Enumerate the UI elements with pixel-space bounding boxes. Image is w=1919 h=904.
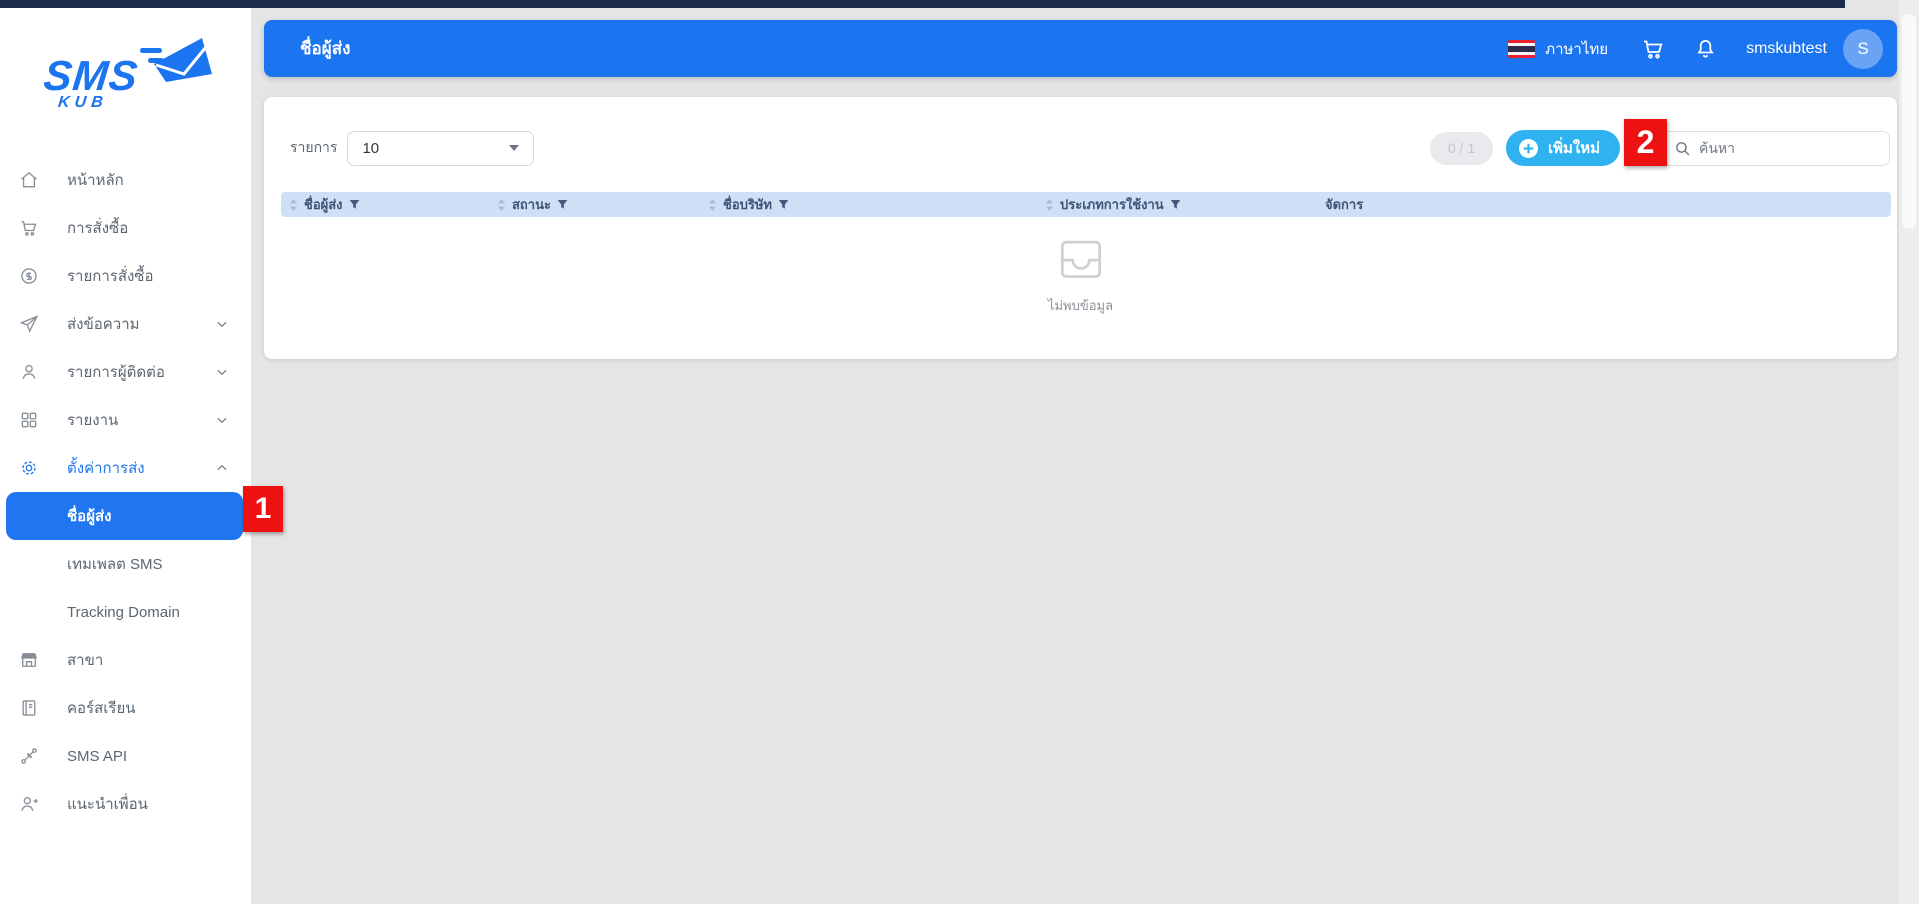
app-header: ชื่อผู้ส่ง ภาษาไทย smskubtest S xyxy=(264,20,1897,77)
empty-inbox-icon xyxy=(1054,232,1108,286)
sidebar-item-label: รายการผู้ติดต่อ xyxy=(67,360,165,384)
annotation-badge-1: 1 xyxy=(243,486,283,532)
add-new-button-label: เพิ่มใหม่ xyxy=(1548,136,1600,160)
sidebar-item-label: รายการสั่งซื้อ xyxy=(67,264,154,288)
chevron-down-icon xyxy=(215,365,229,383)
column-header-status[interactable]: สถานะ xyxy=(489,194,700,215)
dashboard-icon xyxy=(17,408,41,432)
logo-text: SMS xyxy=(41,52,140,100)
sidebar-item-courses[interactable]: คอร์สเรียน xyxy=(0,684,251,732)
chevron-down-icon xyxy=(215,413,229,431)
paper-plane-icon xyxy=(17,312,41,336)
vertical-scrollbar[interactable] xyxy=(1899,0,1919,904)
sort-icon[interactable] xyxy=(708,198,717,212)
search-box xyxy=(1663,131,1890,166)
sidebar-item-label: เทมเพลต SMS xyxy=(67,552,163,576)
filter-funnel-icon[interactable] xyxy=(557,199,568,210)
sidebar-item-send-message[interactable]: ส่งข้อความ xyxy=(0,300,251,348)
chevron-down-icon xyxy=(215,317,229,335)
window-top-strip xyxy=(0,0,1845,8)
header-actions: ภาษาไทย smskubtest S xyxy=(1508,29,1883,69)
sidebar-nav: หน้าหลัก การสั่งซื้อ รายการสั่งซื้อ ส่งข… xyxy=(0,156,251,828)
chevron-up-icon xyxy=(215,461,229,479)
sidebar: SMS KUB หน้าหลัก การสั่งซื้อ รายการสั xyxy=(0,8,251,904)
home-icon xyxy=(17,168,41,192)
usage-counter-badge: 0 / 1 xyxy=(1430,132,1493,165)
sidebar-item-label: แนะนำเพื่อน xyxy=(67,792,148,816)
sidebar-item-label: หน้าหลัก xyxy=(67,168,124,192)
language-selector[interactable]: ภาษาไทย xyxy=(1545,37,1608,61)
person-icon xyxy=(17,360,41,384)
empty-state-text: ไม่พบข้อมูล xyxy=(264,295,1897,316)
sidebar-item-order[interactable]: การสั่งซื้อ xyxy=(0,204,251,252)
filter-funnel-icon[interactable] xyxy=(349,199,360,210)
column-header-sender-name[interactable]: ชื่อผู้ส่ง xyxy=(281,194,489,215)
avatar[interactable]: S xyxy=(1843,29,1883,69)
sidebar-item-refer-friend[interactable]: แนะนำเพื่อน xyxy=(0,780,251,828)
per-page-value: 10 xyxy=(362,140,379,157)
sidebar-item-label: การสั่งซื้อ xyxy=(67,216,128,240)
username[interactable]: smskubtest xyxy=(1746,40,1827,58)
filter-funnel-icon[interactable] xyxy=(778,199,789,210)
screen: SMS KUB หน้าหลัก การสั่งซื้อ รายการสั xyxy=(0,0,1919,904)
column-header-manage: จัดการ xyxy=(1317,194,1891,215)
smskub-logo[interactable]: SMS KUB xyxy=(36,30,216,122)
column-header-label: ชื่อผู้ส่ง xyxy=(304,194,343,215)
cart-icon[interactable] xyxy=(1638,34,1668,64)
search-icon xyxy=(1674,140,1691,157)
cart-icon xyxy=(17,216,41,240)
sidebar-item-sms-template[interactable]: เทมเพลต SMS xyxy=(0,540,251,588)
plus-circle-icon xyxy=(1518,138,1539,159)
logo-subtext: KUB xyxy=(57,94,109,112)
sort-icon[interactable] xyxy=(289,198,298,212)
caret-down-icon xyxy=(509,145,519,151)
sidebar-item-label: ตั้งค่าการส่ง xyxy=(67,456,145,480)
add-new-button[interactable]: เพิ่มใหม่ xyxy=(1506,130,1620,166)
sidebar-item-sms-api[interactable]: SMS API xyxy=(0,732,251,780)
column-header-label: สถานะ xyxy=(512,194,551,215)
scrollbar-thumb[interactable] xyxy=(1902,14,1916,229)
column-header-company[interactable]: ชื่อบริษัท xyxy=(700,194,1037,215)
page-title: ชื่อผู้ส่ง xyxy=(300,35,350,62)
column-header-label: ประเภทการใช้งาน xyxy=(1060,194,1164,215)
sidebar-item-sender-name[interactable]: ชื่อผู้ส่ง xyxy=(6,492,243,540)
column-header-label: ชื่อบริษัท xyxy=(723,194,772,215)
storefront-icon xyxy=(17,648,41,672)
annotation-badge-2: 2 xyxy=(1624,119,1667,166)
gear-icon xyxy=(17,456,41,480)
sort-icon[interactable] xyxy=(497,198,506,212)
sidebar-item-send-settings[interactable]: ตั้งค่าการส่ง xyxy=(0,444,251,492)
sidebar-item-label: ชื่อผู้ส่ง xyxy=(67,504,111,528)
sidebar-item-home[interactable]: หน้าหลัก xyxy=(0,156,251,204)
plug-icon xyxy=(17,744,41,768)
sidebar-item-contacts[interactable]: รายการผู้ติดต่อ xyxy=(0,348,251,396)
sidebar-item-order-list[interactable]: รายการสั่งซื้อ xyxy=(0,252,251,300)
sidebar-item-label: SMS API xyxy=(67,748,127,765)
person-add-icon xyxy=(17,792,41,816)
column-header-usage-type[interactable]: ประเภทการใช้งาน xyxy=(1037,194,1317,215)
logo-envelope-icon xyxy=(132,30,216,105)
thai-flag-icon[interactable] xyxy=(1508,40,1535,58)
dollar-circle-icon xyxy=(17,264,41,288)
sidebar-item-label: คอร์สเรียน xyxy=(67,696,135,720)
column-header-label: จัดการ xyxy=(1325,194,1363,215)
search-input[interactable] xyxy=(1699,140,1859,156)
sidebar-item-label: ส่งข้อความ xyxy=(67,312,140,336)
sidebar-item-label: สาขา xyxy=(67,648,103,672)
notifications-bell-icon[interactable] xyxy=(1690,34,1720,64)
filter-funnel-icon[interactable] xyxy=(1170,199,1181,210)
sidebar-item-branch[interactable]: สาขา xyxy=(0,636,251,684)
sidebar-item-label: Tracking Domain xyxy=(67,604,180,621)
sidebar-item-tracking-domain[interactable]: Tracking Domain xyxy=(0,588,251,636)
per-page-select[interactable]: 10 xyxy=(347,131,534,166)
book-icon xyxy=(17,696,41,720)
table-header-row: ชื่อผู้ส่ง สถานะ ชื่อบริษัท ประเภทการใช้… xyxy=(281,192,1891,217)
sort-icon[interactable] xyxy=(1045,198,1054,212)
sidebar-item-reports[interactable]: รายงาน xyxy=(0,396,251,444)
sidebar-item-label: รายงาน xyxy=(67,408,118,432)
empty-state: ไม่พบข้อมูล xyxy=(264,232,1897,316)
per-page-label: รายการ xyxy=(290,137,337,159)
